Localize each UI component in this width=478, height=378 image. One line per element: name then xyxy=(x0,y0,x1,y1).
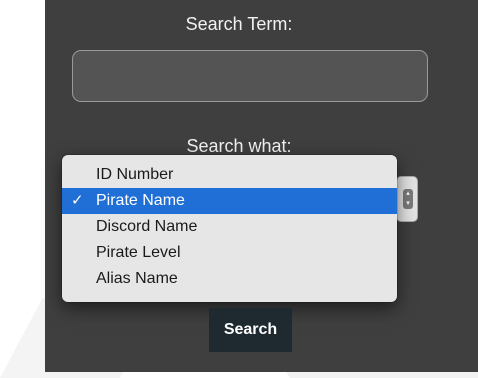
search-what-dropdown: ID Number ✓ Pirate Name Discord Name Pir… xyxy=(62,155,397,302)
dropdown-option-pirate-level[interactable]: Pirate Level xyxy=(62,240,397,266)
search-term-input[interactable] xyxy=(72,50,428,102)
search-what-label: Search what: xyxy=(186,136,292,156)
search-term-label: Search Term: xyxy=(185,14,293,34)
search-button[interactable]: Search xyxy=(209,308,292,352)
dropdown-option-discord-name[interactable]: Discord Name xyxy=(62,214,397,240)
option-label: ID Number xyxy=(96,166,174,183)
dropdown-option-alias-name[interactable]: Alias Name xyxy=(62,266,397,292)
search-what-select[interactable]: ▴ ▾ xyxy=(396,176,418,222)
option-label: Discord Name xyxy=(96,218,198,235)
option-label: Pirate Name xyxy=(96,192,185,209)
dropdown-option-pirate-name[interactable]: ✓ Pirate Name xyxy=(62,188,397,214)
option-label: Alias Name xyxy=(96,270,178,287)
dropdown-option-id-number[interactable]: ID Number xyxy=(62,162,397,188)
checkmark-icon: ✓ xyxy=(71,192,84,209)
select-arrows-icon: ▴ ▾ xyxy=(403,189,413,209)
option-label: Pirate Level xyxy=(96,244,181,261)
